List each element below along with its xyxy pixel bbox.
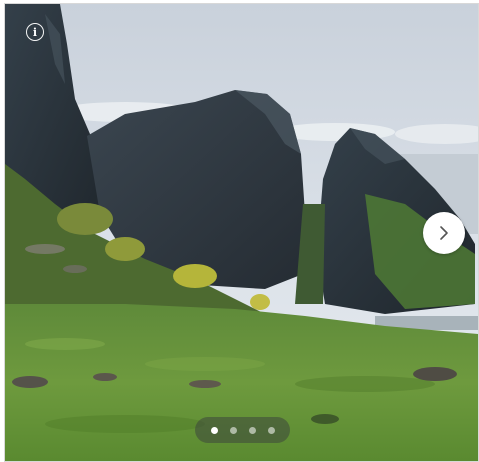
image-carousel: i [4, 3, 479, 462]
chevron-right-icon [440, 226, 448, 240]
pagination-dot[interactable] [229, 426, 237, 434]
info-button[interactable]: i [26, 23, 44, 41]
pagination-dot[interactable] [248, 426, 256, 434]
info-icon: i [32, 25, 38, 39]
pagination-dot[interactable] [267, 426, 275, 434]
carousel-pagination [195, 417, 290, 443]
pagination-dot[interactable] [210, 426, 218, 434]
carousel-image [5, 4, 478, 461]
next-slide-button[interactable] [423, 212, 465, 254]
